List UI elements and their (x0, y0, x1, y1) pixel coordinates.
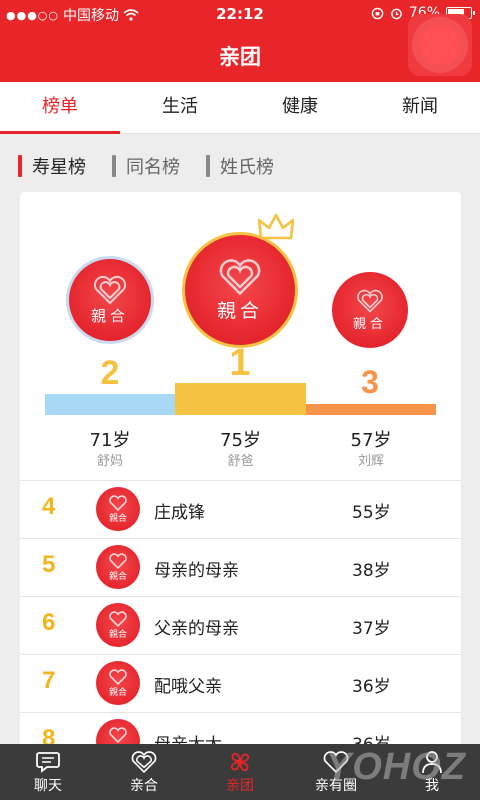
heart-logo-icon (219, 258, 261, 295)
logo-text: 親合 (108, 513, 127, 524)
row-name: 配哦父亲 (154, 677, 222, 697)
podium-third (306, 404, 436, 415)
avatar-first[interactable]: 親合 (182, 232, 298, 348)
top-tabs: 榜单 生活 健康 新闻 (0, 82, 480, 134)
list-item[interactable]: 4 親合 庄成锋 55岁 (20, 480, 461, 538)
avatar-second[interactable]: 親合 (66, 256, 154, 344)
subtab-label: 同名榜 (126, 157, 180, 178)
age-second: 71岁 (89, 430, 131, 451)
ranking-list: 4 親合 庄成锋 55岁 5 親合 母亲的母亲 38岁 6 親合 父亲的母亲 3… (20, 480, 461, 752)
crown-icon (258, 213, 294, 240)
rank-number-second: 2 (100, 354, 120, 392)
heart-logo-icon (109, 726, 127, 743)
podium-second (45, 394, 175, 415)
heart-logo-icon (109, 552, 127, 569)
ranking-subtabs: 寿星榜 同名榜 姓氏榜 (0, 144, 480, 188)
alarm-icon (391, 8, 402, 19)
bottom-nav-label: 亲合 (130, 778, 158, 794)
list-item[interactable]: 6 親合 父亲的母亲 37岁 (20, 596, 461, 654)
row-rank: 6 (42, 609, 56, 636)
list-item[interactable]: 7 親合 配哦父亲 36岁 (20, 654, 461, 712)
row-avatar: 親合 (96, 487, 140, 531)
subtab-label: 姓氏榜 (220, 157, 274, 178)
logo-text: 親合 (108, 687, 127, 698)
watermark-logo: YOHOZ (325, 746, 466, 788)
row-name: 母亲的母亲 (154, 561, 239, 581)
floating-button-dot (420, 25, 460, 65)
tab-news[interactable]: 新闻 (360, 82, 480, 133)
row-rank: 7 (42, 667, 56, 694)
name-third: 刘辉 (357, 454, 384, 469)
rotation-lock-icon (371, 7, 384, 19)
heart-logo-icon (109, 610, 127, 627)
rank-number-first: 1 (229, 342, 251, 384)
row-age: 55岁 (352, 503, 391, 523)
logo-text: 親合 (108, 571, 127, 582)
heart-icon (130, 749, 158, 775)
subtab-label: 寿星榜 (32, 157, 86, 178)
name-first: 舒爸 (227, 454, 254, 469)
logo-text: 親合 (352, 316, 387, 332)
subtab-longevity[interactable]: 寿星榜 (18, 153, 86, 179)
row-age: 36岁 (352, 677, 391, 697)
tab-life[interactable]: 生活 (120, 82, 240, 133)
row-avatar: 親合 (96, 661, 140, 705)
clover-icon (226, 749, 254, 775)
tab-rankings[interactable]: 榜单 (0, 82, 120, 134)
row-avatar: 親合 (96, 603, 140, 647)
rank-number-third: 3 (361, 364, 379, 400)
chat-icon (34, 749, 62, 775)
subtab-surname[interactable]: 姓氏榜 (206, 153, 274, 179)
heart-logo-icon (109, 494, 127, 511)
logo-text: 親合 (216, 299, 263, 322)
heart-logo-icon (93, 275, 127, 304)
bottom-nav-label: 聊天 (34, 778, 62, 794)
row-age: 38岁 (352, 561, 391, 581)
heart-logo-icon (357, 289, 383, 313)
subtab-same-name[interactable]: 同名榜 (112, 153, 180, 179)
name-second: 舒妈 (96, 454, 123, 469)
heart-logo-icon (109, 668, 127, 685)
row-name: 庄成锋 (154, 503, 205, 523)
logo-text: 親合 (108, 629, 127, 640)
ranking-card: 親合 親合 親合 2 1 3 71岁 舒妈 75岁 舒爸 57岁 刘辉 4 親合… (20, 192, 461, 752)
podium-first (175, 383, 306, 415)
bottom-nav-qinhe[interactable]: 亲合 (96, 744, 192, 800)
row-age: 37岁 (352, 619, 391, 639)
row-avatar: 親合 (96, 545, 140, 589)
logo-text: 親合 (90, 306, 129, 325)
floating-assistive-button[interactable] (408, 14, 472, 76)
list-item[interactable]: 5 親合 母亲的母亲 38岁 (20, 538, 461, 596)
subtab-indicator (206, 155, 210, 177)
row-rank: 4 (42, 493, 56, 520)
subtab-indicator (18, 155, 22, 177)
tab-health[interactable]: 健康 (240, 82, 360, 133)
age-third: 57岁 (350, 430, 392, 451)
subtab-indicator (112, 155, 116, 177)
avatar-third[interactable]: 親合 (332, 272, 408, 348)
row-name: 父亲的母亲 (154, 619, 239, 639)
row-rank: 5 (42, 551, 56, 578)
bottom-nav-label: 亲团 (226, 778, 254, 794)
age-first: 75岁 (220, 430, 261, 451)
bottom-nav-chat[interactable]: 聊天 (0, 744, 96, 800)
bottom-nav-qintuan[interactable]: 亲团 (192, 744, 288, 800)
